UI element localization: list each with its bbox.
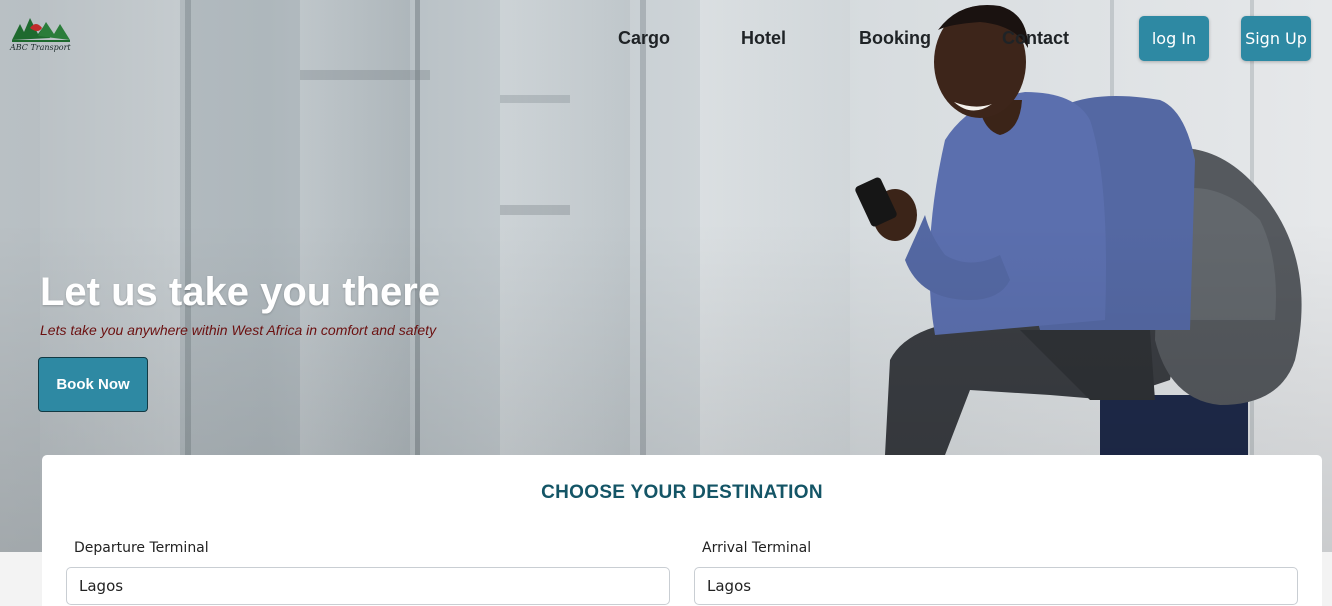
hero-title: Let us take you there	[40, 270, 441, 314]
signup-button[interactable]: Sign Up	[1241, 16, 1311, 61]
nav-link-hotel[interactable]: Hotel	[741, 28, 786, 49]
nav-link-cargo[interactable]: Cargo	[618, 28, 670, 49]
book-now-button[interactable]: Book Now	[38, 357, 148, 412]
arrival-terminal-field[interactable]: Lagos	[694, 567, 1298, 605]
login-button[interactable]: log In	[1139, 16, 1209, 61]
brand-logo-text: ABC Transport	[10, 43, 71, 52]
departure-terminal-field[interactable]: Lagos	[66, 567, 670, 605]
nav-link-contact[interactable]: Contact	[1002, 28, 1069, 49]
arrival-label: Arrival Terminal	[702, 540, 812, 556]
destination-card: CHOOSE YOUR DESTINATION Departure Termin…	[42, 455, 1322, 606]
departure-label: Departure Terminal	[74, 540, 209, 556]
destination-heading: CHOOSE YOUR DESTINATION	[541, 482, 823, 503]
nav-link-booking[interactable]: Booking	[859, 28, 931, 49]
hero-subtitle: Lets take you anywhere within West Afric…	[40, 322, 437, 338]
